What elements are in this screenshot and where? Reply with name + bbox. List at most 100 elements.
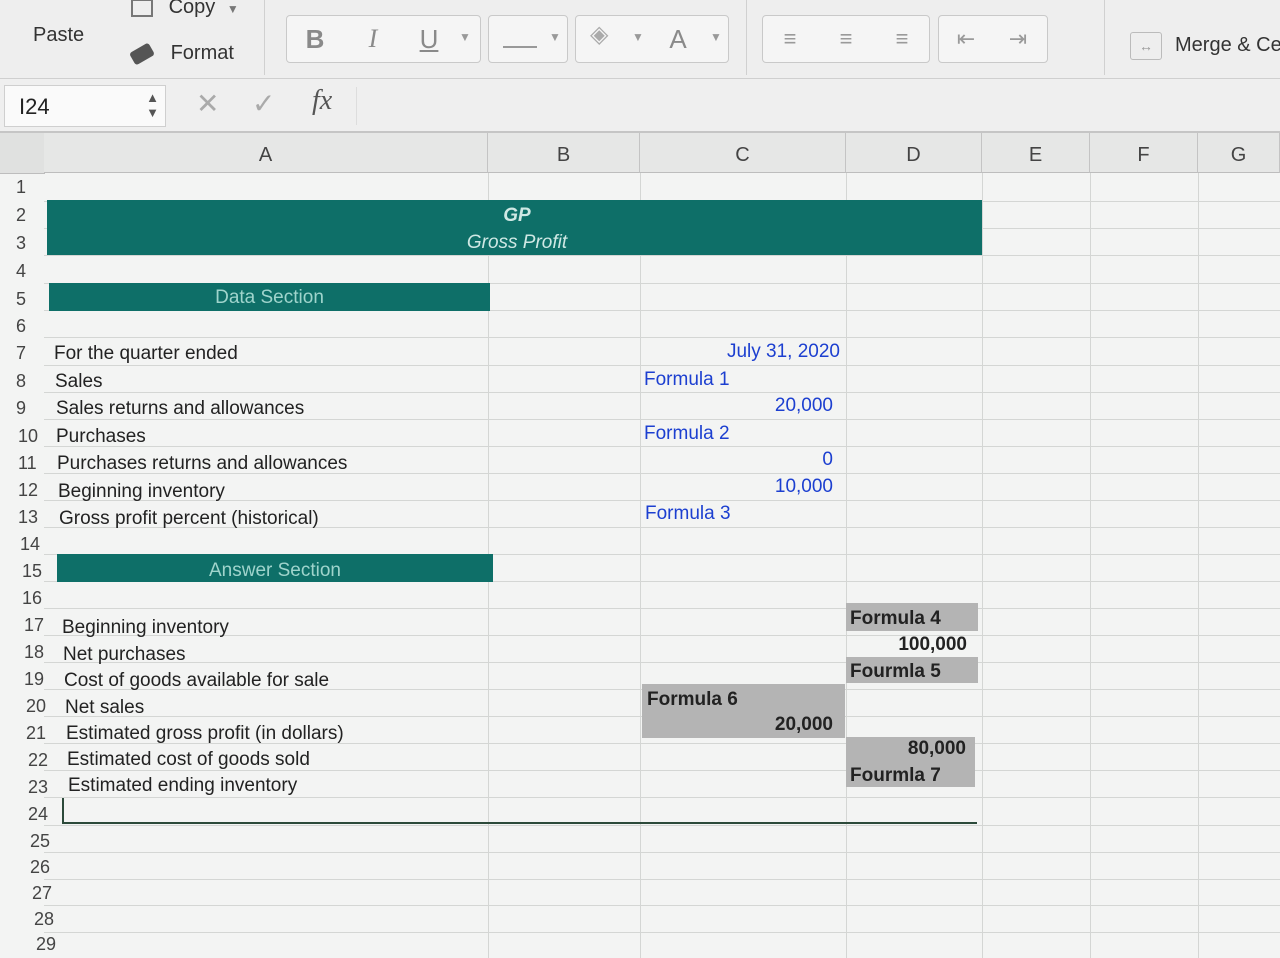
cell-a10[interactable]: Purchases — [56, 426, 146, 448]
row-header[interactable]: 19 — [0, 669, 44, 690]
column-header-d[interactable]: D — [846, 133, 982, 173]
row-header[interactable]: 29 — [0, 934, 56, 955]
column-header-e[interactable]: E — [982, 133, 1090, 173]
cell-reference: I24 — [19, 94, 50, 119]
insert-function-button[interactable]: fx — [312, 85, 332, 117]
row-header[interactable]: 10 — [0, 426, 44, 447]
align-left-icon[interactable]: ≡ — [769, 24, 811, 54]
cell-c7[interactable]: July 31, 2020 — [640, 341, 840, 363]
ribbon-separator — [264, 0, 265, 75]
cell-a13[interactable]: Gross profit percent (historical) — [59, 508, 319, 530]
formula-input[interactable] — [356, 87, 1265, 125]
font-color-dropdown-icon[interactable]: ▼ — [708, 30, 724, 44]
cell-c13[interactable]: Formula 3 — [645, 503, 731, 525]
column-header-g[interactable]: G — [1198, 133, 1280, 173]
bold-button[interactable]: B — [295, 24, 335, 54]
border-dropdown-icon: ▼ — [549, 30, 561, 44]
row-header[interactable]: 9 — [0, 398, 44, 419]
align-right-icon[interactable]: ≡ — [881, 24, 923, 54]
border-button[interactable]: ▼ — [488, 15, 568, 63]
cell-c10[interactable]: Formula 2 — [644, 423, 730, 445]
row-header[interactable]: 6 — [0, 316, 44, 337]
row-header[interactable]: 27 — [0, 883, 52, 904]
row-header[interactable]: 7 — [0, 343, 44, 364]
row-header[interactable]: 25 — [0, 831, 50, 852]
answer-section-label: Answer Section — [208, 560, 341, 581]
paste-button[interactable]: Paste — [33, 24, 84, 47]
select-all-corner[interactable] — [0, 133, 45, 174]
cell-a19[interactable]: Cost of goods available for sale — [64, 670, 329, 692]
cell-c9[interactable]: 20,000 — [640, 395, 833, 417]
row-header[interactable]: 17 — [0, 615, 44, 636]
cell-a8[interactable]: Sales — [55, 371, 103, 393]
spreadsheet-grid[interactable]: A B C D E F G 1 2 3 4 5 6 7 8 9 10 11 12… — [0, 133, 1280, 958]
cell-d18[interactable]: 100,000 — [846, 634, 967, 656]
merge-icon: ↔ — [1130, 32, 1162, 60]
row-header[interactable]: 23 — [0, 777, 48, 798]
align-center-icon[interactable]: ≡ — [825, 24, 867, 54]
row-header[interactable]: 12 — [0, 480, 44, 501]
cell-a18[interactable]: Net purchases — [63, 644, 186, 666]
row-header[interactable]: 14 — [0, 534, 44, 555]
font-color-button[interactable]: A — [658, 24, 698, 54]
active-cell-row-24[interactable] — [62, 798, 977, 824]
row-header[interactable]: 13 — [0, 507, 44, 528]
confirm-icon[interactable]: ✓ — [252, 87, 275, 120]
format-painter-button[interactable]: Format — [128, 42, 234, 66]
cell-d23[interactable]: Fourmla 7 — [850, 765, 941, 787]
cancel-icon[interactable]: ✕ — [196, 87, 219, 120]
row-header[interactable]: 15 — [0, 561, 44, 582]
column-header-b[interactable]: B — [488, 133, 640, 173]
cell-d17[interactable]: Formula 4 — [850, 608, 941, 630]
underline-button[interactable]: U — [409, 24, 449, 54]
row-header[interactable]: 18 — [0, 642, 44, 663]
cell-c8[interactable]: Formula 1 — [644, 369, 730, 391]
cell-c20[interactable]: Formula 6 — [647, 689, 738, 711]
row-header[interactable]: 5 — [0, 289, 44, 310]
merge-center-button[interactable]: ↔ Merge & Ce — [1130, 32, 1280, 62]
cell-a20[interactable]: Net sales — [65, 697, 144, 719]
cell-d19[interactable]: Fourmla 5 — [850, 661, 941, 683]
row-header[interactable]: 11 — [0, 453, 44, 474]
row-header[interactable]: 20 — [0, 696, 46, 717]
column-header-a[interactable]: A — [44, 133, 488, 173]
cell-a21[interactable]: Estimated gross profit (in dollars) — [66, 723, 344, 745]
copy-button[interactable]: Copy ▼ — [131, 0, 239, 19]
fill-color-icon[interactable]: ◈ — [590, 20, 608, 49]
name-box[interactable]: I24 ▲ ▼ — [4, 85, 166, 127]
row-header[interactable]: 28 — [0, 909, 54, 930]
increase-indent-icon[interactable]: ⇥ — [997, 24, 1039, 54]
alignment-group: ≡ ≡ ≡ — [762, 15, 930, 63]
row-header[interactable]: 3 — [0, 233, 44, 254]
underline-dropdown-icon[interactable]: ▼ — [457, 30, 473, 44]
column-header-f[interactable]: F — [1090, 133, 1198, 173]
row-header[interactable]: 16 — [0, 588, 44, 609]
row-header[interactable]: 21 — [0, 723, 46, 744]
row-header[interactable]: 8 — [0, 371, 44, 392]
row-header[interactable]: 24 — [0, 804, 48, 825]
name-box-stepper-icon[interactable]: ▲ ▼ — [146, 90, 159, 120]
column-header-c[interactable]: C — [640, 133, 846, 173]
cell-a12[interactable]: Beginning inventory — [58, 481, 225, 503]
cell-a11[interactable]: Purchases returns and allowances — [57, 453, 347, 475]
cell-a22[interactable]: Estimated cost of goods sold — [67, 749, 310, 771]
cell-a7[interactable]: For the quarter ended — [54, 343, 238, 365]
grid-line — [44, 662, 1280, 663]
cell-a9[interactable]: Sales returns and allowances — [56, 398, 304, 420]
cell-c12[interactable]: 10,000 — [640, 476, 833, 498]
cell-c11[interactable]: 0 — [640, 449, 833, 471]
cell-c21[interactable]: 20,000 — [640, 714, 833, 736]
sheet-subtitle: Gross Profit — [466, 232, 568, 253]
decrease-indent-icon[interactable]: ⇤ — [945, 24, 987, 54]
fill-dropdown-icon[interactable]: ▼ — [630, 30, 646, 44]
row-header[interactable]: 1 — [0, 177, 44, 198]
row-header[interactable]: 26 — [0, 857, 50, 878]
row-header[interactable]: 22 — [0, 750, 48, 771]
row-header[interactable]: 4 — [0, 261, 44, 282]
italic-button[interactable]: I — [353, 24, 393, 54]
row-header[interactable]: 2 — [0, 205, 44, 226]
cell-d22[interactable]: 80,000 — [846, 738, 966, 760]
cell-a17[interactable]: Beginning inventory — [62, 617, 229, 639]
cell-a23[interactable]: Estimated ending inventory — [68, 775, 297, 797]
grid-line — [846, 173, 847, 958]
